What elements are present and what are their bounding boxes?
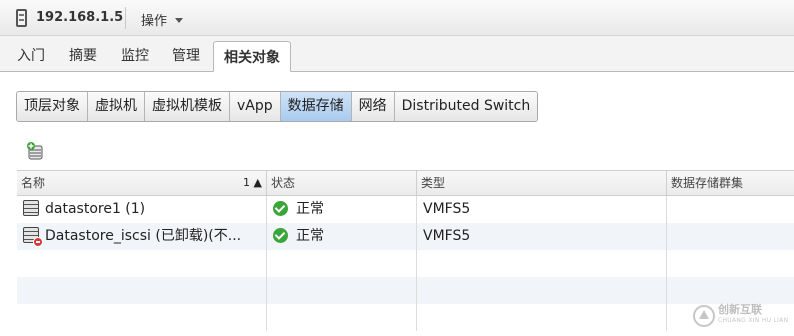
empty-row bbox=[17, 277, 794, 304]
object-header: 192.168.1.5 操作 bbox=[0, 0, 794, 36]
brand-logo-icon bbox=[693, 305, 715, 327]
cell-type: VMFS5 bbox=[417, 223, 667, 250]
tab-manage[interactable]: 管理 bbox=[172, 45, 200, 65]
cell-name: datastore1 (1) bbox=[17, 196, 267, 223]
main-tabs: 入门 摘要 监控 管理 相关对象 bbox=[0, 36, 794, 72]
header-divider bbox=[125, 7, 126, 29]
watermark-logo: 创新互联 CHUANG XIN HU LIAN bbox=[690, 296, 794, 336]
empty-cell bbox=[267, 277, 417, 304]
empty-cell bbox=[417, 304, 667, 331]
subtab-top-level-objects[interactable]: 顶层对象 bbox=[17, 92, 88, 121]
tab-related-objects[interactable]: 相关对象 bbox=[213, 41, 291, 72]
watermark-text: 创新互联 bbox=[718, 303, 762, 316]
column-header-type[interactable]: 类型 bbox=[417, 171, 667, 195]
related-object-subtabs: 顶层对象 虚拟机 虚拟机模板 vApp 数据存储 网络 Distributed … bbox=[16, 91, 539, 122]
empty-cell bbox=[17, 304, 267, 331]
status-text: 正常 bbox=[296, 201, 324, 217]
empty-cell bbox=[667, 250, 794, 277]
column-header-name[interactable]: 名称 1 ▲ bbox=[17, 171, 267, 195]
empty-cell bbox=[267, 250, 417, 277]
tab-getting-started[interactable]: 入门 bbox=[17, 45, 45, 65]
subtab-vms[interactable]: 虚拟机 bbox=[88, 92, 145, 121]
sort-ascending-icon: 1 ▲ bbox=[243, 176, 262, 189]
tab-monitor[interactable]: 监控 bbox=[121, 45, 149, 65]
vsphere-window: 192.168.1.5 操作 入门 摘要 监控 管理 相关对象 顶层对象 虚拟机… bbox=[0, 0, 794, 336]
column-header-status[interactable]: 状态 bbox=[267, 171, 417, 195]
empty-row bbox=[17, 250, 794, 277]
actions-label: 操作 bbox=[141, 14, 168, 29]
empty-row bbox=[17, 304, 794, 331]
status-ok-icon bbox=[273, 228, 288, 243]
subtab-datastores[interactable]: 数据存储 bbox=[280, 92, 352, 121]
error-badge-icon bbox=[33, 237, 43, 247]
cell-status: 正常 bbox=[267, 196, 417, 223]
table-row[interactable]: datastore1 (1) 正常 VMFS5 bbox=[17, 196, 794, 223]
cell-status: 正常 bbox=[267, 223, 417, 250]
column-header-datastore-cluster[interactable]: 数据存储群集 bbox=[667, 171, 794, 195]
grid-header: 名称 1 ▲ 状态 类型 数据存储群集 bbox=[17, 170, 794, 196]
watermark-subtext: CHUANG XIN HU LIAN bbox=[718, 317, 789, 324]
cell-name: Datastore_iscsi (已卸载)(不... bbox=[17, 223, 267, 250]
datastore-grid: 名称 1 ▲ 状态 类型 数据存储群集 datastore1 (1) 正常 VM… bbox=[17, 170, 794, 336]
chevron-down-icon bbox=[175, 18, 184, 23]
status-text: 正常 bbox=[296, 228, 324, 244]
empty-cell bbox=[17, 277, 267, 304]
empty-cell bbox=[267, 304, 417, 331]
actions-menu-button[interactable]: 操作 bbox=[141, 10, 184, 29]
new-datastore-icon[interactable] bbox=[26, 142, 44, 160]
host-title: 192.168.1.5 bbox=[36, 10, 124, 25]
cell-cluster bbox=[667, 196, 794, 223]
empty-cell bbox=[417, 250, 667, 277]
table-row[interactable]: Datastore_iscsi (已卸载)(不... 正常 VMFS5 bbox=[17, 223, 794, 250]
column-label-name: 名称 bbox=[21, 176, 46, 190]
subtab-networks[interactable]: 网络 bbox=[351, 92, 395, 121]
tab-summary[interactable]: 摘要 bbox=[69, 45, 97, 65]
subtab-vapp[interactable]: vApp bbox=[230, 92, 281, 121]
datastore-name: datastore1 (1) bbox=[45, 201, 146, 217]
datastore-name: Datastore_iscsi (已卸载)(不... bbox=[45, 228, 242, 244]
cell-type: VMFS5 bbox=[417, 196, 667, 223]
empty-cell bbox=[417, 277, 667, 304]
cell-cluster bbox=[667, 223, 794, 250]
subtab-distributed-switch[interactable]: Distributed Switch bbox=[394, 92, 538, 121]
status-ok-icon bbox=[273, 201, 288, 216]
host-icon bbox=[16, 9, 27, 27]
datastore-icon bbox=[23, 200, 39, 216]
empty-cell bbox=[17, 250, 267, 277]
subtab-vm-templates[interactable]: 虚拟机模板 bbox=[145, 92, 230, 121]
datastore-unmounted-icon bbox=[23, 227, 43, 247]
